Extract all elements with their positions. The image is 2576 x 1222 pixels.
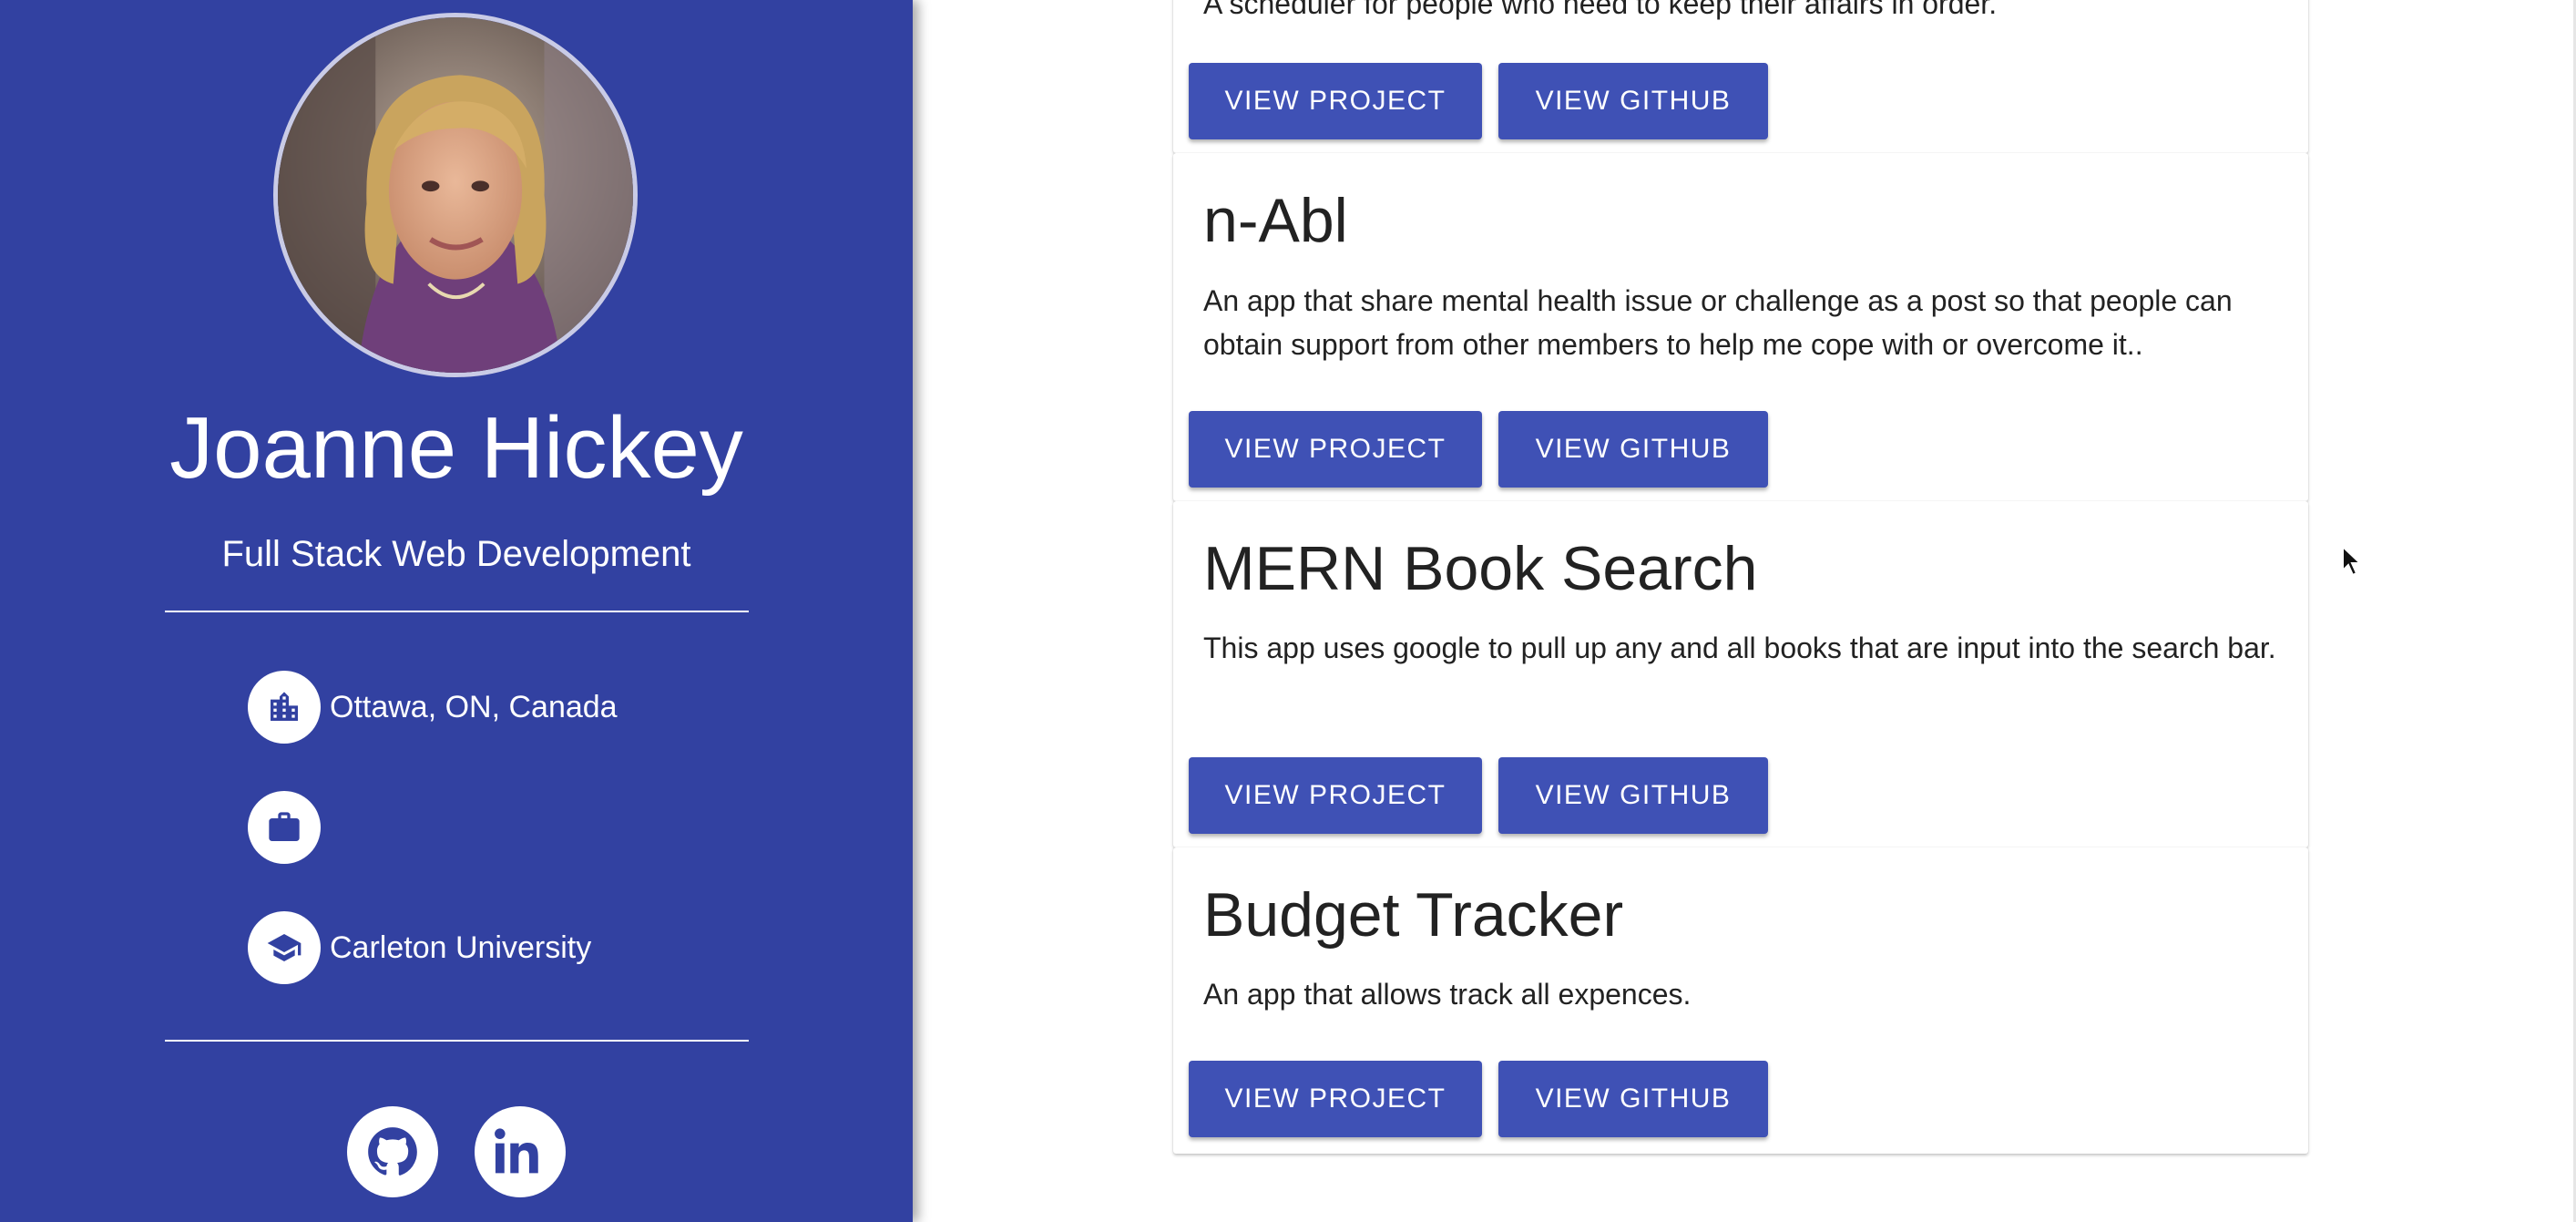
github-link[interactable] [347, 1106, 438, 1197]
profile-photo [278, 17, 633, 373]
project-card: A scheduler for people who need to keep … [1173, 0, 2308, 153]
view-project-button[interactable]: VIEW PROJECT [1189, 63, 1482, 139]
mouse-cursor-icon [2342, 545, 2363, 577]
project-card: Budget Tracker An app that allows track … [1173, 847, 2308, 1154]
linkedin-link[interactable] [475, 1106, 566, 1197]
work-row [248, 791, 330, 864]
project-description: An app that share mental health issue or… [1203, 284, 2233, 361]
view-github-button[interactable]: VIEW GITHUB [1498, 757, 1768, 834]
linkedin-icon [495, 1128, 538, 1174]
divider-bottom [165, 1040, 749, 1042]
project-card: n-Abl An app that share mental health is… [1173, 153, 2308, 501]
briefcase-icon [248, 791, 321, 864]
education-row: Carleton University [248, 911, 591, 984]
project-description: An app that allows track all expences. [1203, 978, 1692, 1011]
view-github-button[interactable]: VIEW GITHUB [1498, 1061, 1768, 1137]
view-project-button[interactable]: VIEW PROJECT [1189, 1061, 1482, 1137]
project-description: A scheduler for people who need to keep … [1203, 0, 1998, 20]
education-text: Carleton University [330, 929, 592, 965]
portfolio-page: Joanne Hickey Full Stack Web Development… [0, 0, 2576, 1222]
view-github-button[interactable]: VIEW GITHUB [1498, 63, 1768, 139]
graduation-cap-icon [248, 911, 321, 984]
project-card: MERN Book Search This app uses google to… [1173, 501, 2308, 847]
project-title: n-Abl [1203, 186, 1348, 255]
profile-sidebar: Joanne Hickey Full Stack Web Development… [0, 0, 913, 1222]
project-description: This app uses google to pull up any and … [1203, 632, 2276, 664]
divider-top [165, 611, 749, 612]
profile-avatar [273, 13, 638, 377]
profile-name: Joanne Hickey [169, 399, 743, 497]
location-row: Ottawa, ON, Canada [248, 671, 618, 744]
location-text: Ottawa, ON, Canada [330, 689, 618, 724]
project-title: Budget Tracker [1203, 880, 1624, 950]
view-project-button[interactable]: VIEW PROJECT [1189, 757, 1482, 834]
github-icon [368, 1127, 417, 1176]
view-project-button[interactable]: VIEW PROJECT [1189, 411, 1482, 488]
city-icon [248, 671, 321, 744]
project-title: MERN Book Search [1203, 534, 1758, 603]
view-github-button[interactable]: VIEW GITHUB [1498, 411, 1768, 488]
profile-subtitle: Full Stack Web Development [221, 534, 691, 574]
